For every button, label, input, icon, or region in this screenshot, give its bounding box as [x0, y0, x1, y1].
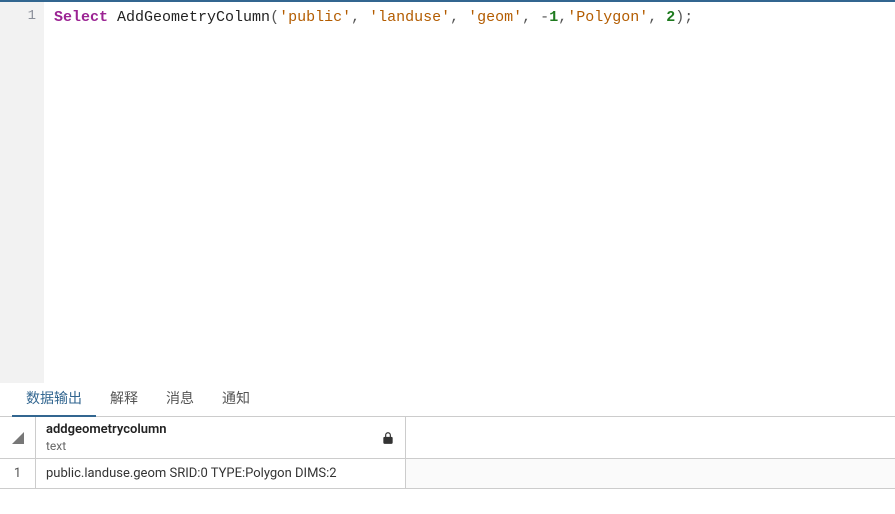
- editor-gutter: 1: [0, 2, 44, 383]
- result-grid: addgeometrycolumn text 1 public.landuse.…: [0, 417, 895, 514]
- lock-icon: [381, 431, 395, 445]
- comma: ,: [648, 9, 666, 26]
- close-paren-semicolon: );: [675, 9, 693, 26]
- output-tabs: 数据输出 解释 消息 通知: [0, 383, 895, 417]
- column-header-addgeometrycolumn[interactable]: addgeometrycolumn text: [36, 417, 406, 459]
- tab-messages[interactable]: 消息: [152, 382, 208, 416]
- open-paren: (: [270, 9, 279, 26]
- tab-explain[interactable]: 解释: [96, 382, 152, 416]
- tab-notifications[interactable]: 通知: [208, 382, 264, 416]
- arg-geom: 'geom': [468, 9, 522, 26]
- arg-public: 'public': [279, 9, 351, 26]
- arg-srid: 1: [549, 9, 558, 26]
- arg-dims: 2: [666, 9, 675, 26]
- keyword-select: Select: [54, 9, 108, 26]
- sql-editor-pane: 1 Select AddGeometryColumn('public', 'la…: [0, 0, 895, 383]
- grid-header-row: addgeometrycolumn text: [0, 417, 895, 459]
- column-name: addgeometrycolumn: [46, 422, 167, 438]
- function-name: AddGeometryColumn: [117, 9, 270, 26]
- comma: ,: [450, 9, 468, 26]
- corner-triangle-icon: [12, 432, 24, 444]
- comma: ,: [351, 9, 369, 26]
- row-spacer: [406, 459, 895, 489]
- minus-sign: -: [540, 9, 549, 26]
- comma: ,: [558, 9, 567, 26]
- tab-data-output[interactable]: 数据输出: [12, 382, 96, 416]
- line-number: 1: [0, 8, 36, 24]
- column-meta: addgeometrycolumn text: [46, 422, 167, 454]
- data-cell-addgeometrycolumn[interactable]: public.landuse.geom SRID:0 TYPE:Polygon …: [36, 459, 406, 489]
- grid-data-row: 1 public.landuse.geom SRID:0 TYPE:Polygo…: [0, 459, 895, 489]
- select-all-corner[interactable]: [0, 417, 36, 459]
- column-type: text: [46, 438, 167, 454]
- sql-editor[interactable]: Select AddGeometryColumn('public', 'land…: [44, 2, 895, 383]
- arg-polygon: 'Polygon': [567, 9, 648, 26]
- row-number-cell[interactable]: 1: [0, 459, 36, 489]
- comma: ,: [522, 9, 540, 26]
- arg-landuse: 'landuse': [369, 9, 450, 26]
- header-spacer: [406, 417, 895, 459]
